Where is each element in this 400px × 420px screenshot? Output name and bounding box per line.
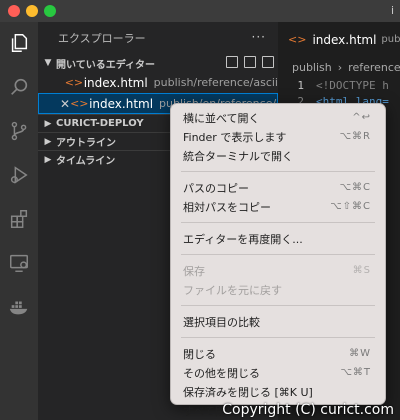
- activity-bar: [0, 22, 38, 420]
- code-text: <!DOCTYPE h: [316, 78, 389, 92]
- menu-item-label: 横に並べて開く: [183, 111, 260, 125]
- window-title: i: [390, 4, 394, 17]
- menu-item-shortcut: ⌥⇧⌘C: [330, 201, 371, 212]
- menu-item-label: 保存: [183, 264, 205, 278]
- minimize-window-button[interactable]: [26, 5, 38, 17]
- file-name: index.html: [83, 75, 148, 90]
- section-open-editors[interactable]: ▼ 開いているエディター: [38, 54, 278, 72]
- new-untitled-file-icon[interactable]: [226, 56, 238, 68]
- menu-item-copy-path[interactable]: パスのコピー ⌥⌘C: [171, 178, 385, 197]
- menu-item-label: エディターを再度開く...: [183, 232, 303, 246]
- menu-separator: [181, 337, 375, 338]
- breadcrumb-item[interactable]: reference: [348, 61, 400, 74]
- search-icon[interactable]: [6, 74, 32, 100]
- code-line: 1 <!DOCTYPE h: [278, 77, 400, 93]
- zoom-window-button[interactable]: [44, 5, 56, 17]
- remote-explorer-icon[interactable]: [6, 250, 32, 276]
- menu-item-close[interactable]: 閉じる ⌘W: [171, 344, 385, 363]
- close-icon[interactable]: ✕: [60, 97, 70, 111]
- copyright-watermark: Copyright (C) curict.com: [222, 402, 394, 418]
- context-menu: 横に並べて開く ^↩ Finder で表示します ⌥⌘R 統合ターミナルで開く …: [170, 103, 386, 418]
- menu-item-label: 相対パスをコピー: [183, 200, 271, 214]
- menu-item-shortcut: ⌘W: [349, 348, 371, 359]
- extensions-icon[interactable]: [6, 206, 32, 232]
- menu-item-label: その他を閉じる: [183, 366, 260, 380]
- menu-item-close-saved[interactable]: 保存済みを閉じる [⌘K U]: [171, 382, 385, 401]
- menu-item-revert-file: ファイルを元に戻す: [171, 280, 385, 299]
- chevron-down-icon: ▼: [44, 58, 52, 68]
- chevron-right-icon: ▶: [44, 136, 52, 147]
- tab-index-html[interactable]: <> index.html publish: [278, 22, 400, 57]
- html-file-icon: <>: [70, 97, 89, 110]
- menu-item-shortcut: ^↩: [352, 112, 371, 123]
- close-all-icon[interactable]: [262, 56, 274, 68]
- chevron-right-icon: ›: [337, 60, 343, 74]
- html-file-icon: <>: [288, 33, 307, 46]
- section-label: タイムライン: [56, 156, 116, 167]
- menu-item-label: 閉じる: [183, 347, 216, 361]
- tab-label: index.html: [312, 32, 377, 47]
- menu-item-open-in-terminal[interactable]: 統合ターミナルで開く: [171, 146, 385, 165]
- menu-item-label: ファイルを元に戻す: [183, 283, 282, 297]
- section-label: CURICT-DEPLOY: [56, 118, 144, 129]
- menu-item-shortcut: ⌥⌘R: [339, 131, 371, 142]
- menu-item-shortcut: ⌥⌘T: [340, 367, 371, 378]
- file-path: publish/reference/ascii: [153, 76, 278, 89]
- menu-item-label: パスのコピー: [183, 181, 249, 195]
- menu-item-copy-relative-path[interactable]: 相対パスをコピー ⌥⇧⌘C: [171, 197, 385, 216]
- menu-separator: [181, 254, 375, 255]
- menu-item-label: 選択項目の比較: [183, 315, 260, 329]
- menu-separator: [181, 222, 375, 223]
- open-editor-item[interactable]: <> index.html publish/reference/ascii: [38, 72, 278, 93]
- section-label: アウトライン: [56, 138, 116, 149]
- menu-item-label: Finder で表示します: [183, 130, 287, 144]
- source-control-icon[interactable]: [6, 118, 32, 144]
- file-name: index.html: [89, 96, 154, 111]
- sidebar-title: エクスプローラー: [58, 32, 146, 45]
- tab-path: publish: [381, 34, 400, 45]
- menu-item-label: 統合ターミナルで開く: [183, 149, 293, 163]
- close-window-button[interactable]: [8, 5, 20, 17]
- sidebar-header: エクスプローラー ···: [38, 22, 278, 54]
- chevron-right-icon: ▶: [44, 118, 52, 129]
- menu-item-save: 保存 ⌘S: [171, 261, 385, 280]
- run-debug-icon[interactable]: [6, 162, 32, 188]
- menu-item-shortcut: ⌘S: [352, 265, 371, 276]
- more-actions-icon[interactable]: ···: [252, 30, 266, 44]
- breadcrumb: publish › reference: [278, 57, 400, 77]
- menu-separator: [181, 305, 375, 306]
- breadcrumb-item[interactable]: publish: [292, 61, 332, 74]
- line-number: 1: [297, 78, 304, 92]
- section-actions: [226, 56, 274, 68]
- menu-item-close-others[interactable]: その他を閉じる ⌥⌘T: [171, 363, 385, 382]
- menu-item-compare-selected[interactable]: 選択項目の比較: [171, 312, 385, 331]
- docker-icon[interactable]: [6, 294, 32, 320]
- save-all-icon[interactable]: [244, 56, 256, 68]
- menu-item-open-to-side[interactable]: 横に並べて開く ^↩: [171, 108, 385, 127]
- chevron-right-icon: ▶: [44, 154, 52, 165]
- menu-item-reopen-editor[interactable]: エディターを再度開く...: [171, 229, 385, 248]
- menu-separator: [181, 171, 375, 172]
- files-icon[interactable]: [6, 30, 32, 56]
- menu-item-label: 保存済みを閉じる [⌘K U]: [183, 385, 313, 399]
- section-label: 開いているエディター: [56, 59, 155, 71]
- tab-bar: <> index.html publish: [278, 22, 400, 57]
- menu-item-reveal-in-finder[interactable]: Finder で表示します ⌥⌘R: [171, 127, 385, 146]
- menu-item-shortcut: ⌥⌘C: [339, 182, 371, 193]
- title-bar: i: [0, 0, 400, 22]
- html-file-icon: <>: [64, 76, 84, 89]
